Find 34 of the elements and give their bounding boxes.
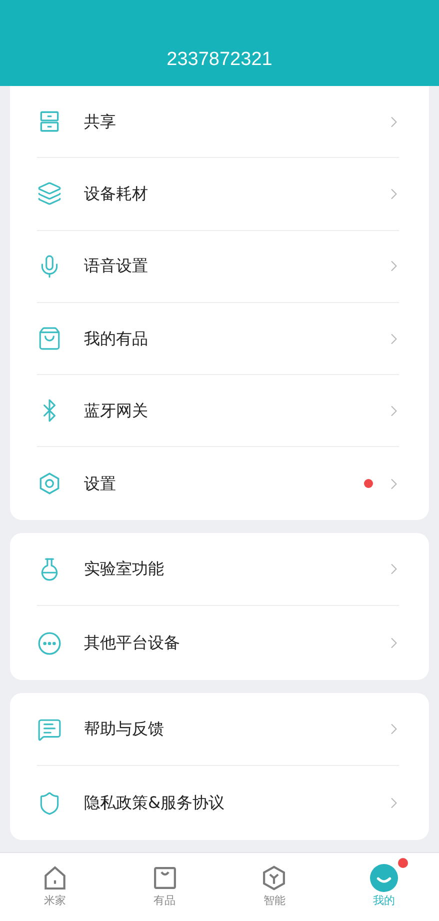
menu-label: 帮助与反馈 [84,718,165,740]
tab-label: 我的 [373,893,396,910]
menu-label: 设置 [84,472,117,495]
more-icon [37,630,62,656]
tab-item[interactable]: 米家 [0,853,110,921]
menu-label: 蓝牙网关 [84,400,149,422]
menu-item[interactable]: 语音设置 [10,230,429,303]
menu-item[interactable]: 帮助与反馈 [10,692,429,766]
menu-label: 隐私政策&服务协议 [84,792,226,814]
menu-label: 共享 [84,110,117,133]
message-icon [37,716,62,742]
menu-label: 我的有品 [84,328,149,350]
account-id: 2337872321 [166,48,272,72]
menu-item[interactable]: 实验室功能 [10,532,429,606]
menu-item[interactable]: 蓝牙网关 [10,375,429,448]
tab-label: 智能 [263,893,286,910]
menu-item[interactable]: 隐私政策&服务协议 [10,766,429,840]
settings-icon [37,471,62,496]
menu-item[interactable]: 其他平台设备 [10,606,429,680]
tab-item[interactable]: 有品 [110,853,220,921]
smile-icon [370,864,398,892]
menu-label: 实验室功能 [84,558,165,580]
menu-label: 其他平台设备 [84,632,181,654]
layers-icon [37,181,62,206]
tab-label: 米家 [44,893,66,910]
menu-item[interactable]: 我的有品 [10,302,429,376]
bag-icon [37,326,62,352]
menu-item[interactable]: 设备耗材 [10,158,429,231]
menu-label: 语音设置 [84,255,149,278]
menu-item[interactable]: 共享 [10,86,429,158]
tab-item[interactable]: 智能 [220,853,330,921]
menu-item[interactable]: 设置 [10,447,429,520]
tab-label: 有品 [154,893,176,910]
menu-label: 设备耗材 [84,182,149,205]
